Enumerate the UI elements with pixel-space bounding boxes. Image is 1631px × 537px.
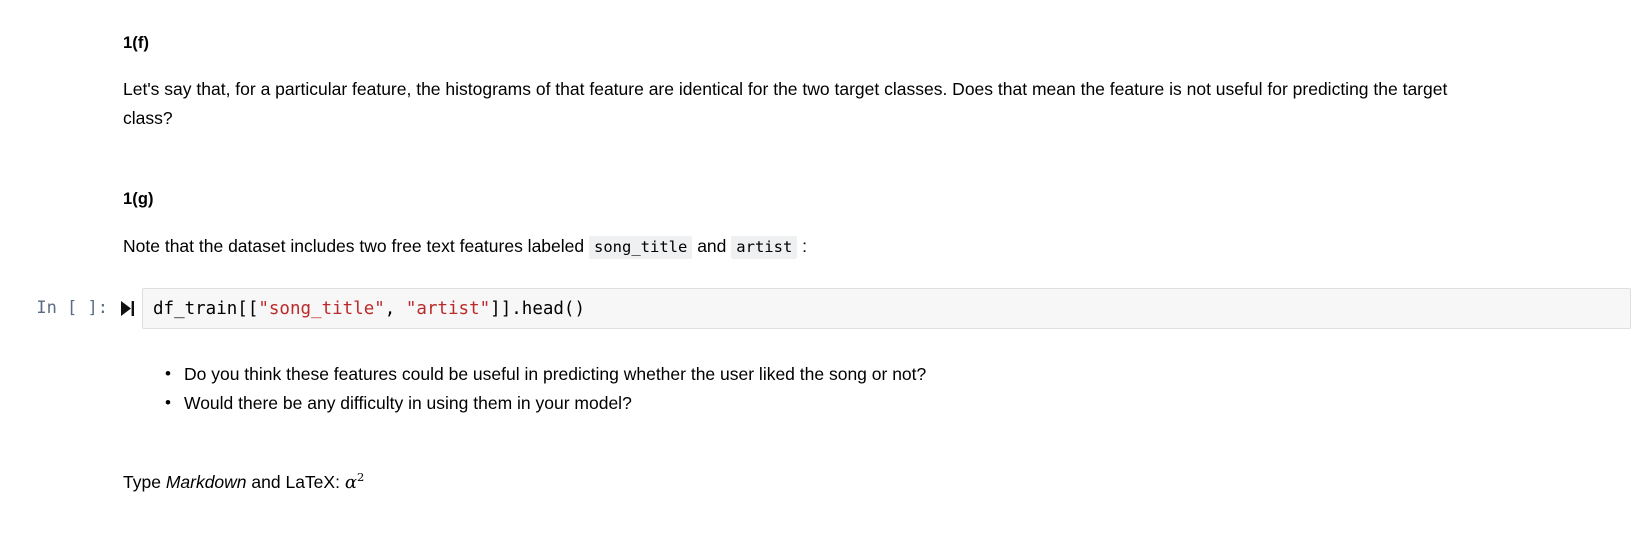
code-token-plain-3: ]].head() xyxy=(490,298,585,319)
list-item: Do you think these features could be use… xyxy=(165,359,1623,389)
paragraph-1g-before: Note that the dataset includes two free … xyxy=(123,236,585,256)
latex-middle-text: and LaTeX: xyxy=(246,472,345,492)
paragraph-1g-text: Note that the dataset includes two free … xyxy=(123,232,1623,262)
inline-code-song-title: song_title xyxy=(589,236,693,259)
latex-prefix-text: Type xyxy=(123,472,166,492)
list-item: Would there be any difficulty in using t… xyxy=(165,388,1623,418)
inline-code-artist: artist xyxy=(731,236,798,259)
code-cell-prompt: In [ ]: xyxy=(36,298,108,318)
paragraph-1g-middle: and xyxy=(697,236,727,256)
math-expression: α2 xyxy=(344,470,365,493)
paragraph-1f-text: Let's say that, for a particular feature… xyxy=(123,79,1448,128)
code-token-string-artist: "artist" xyxy=(405,298,491,319)
heading-1f: 1(f) xyxy=(123,34,150,52)
code-token-plain-2: , xyxy=(384,298,406,319)
markdown-cell-1f[interactable]: 1(f) xyxy=(123,34,1623,52)
step-forward-icon[interactable] xyxy=(112,288,142,328)
bullet-list: Do you think these features could be use… xyxy=(123,359,1623,418)
markdown-paragraph-1f[interactable]: Let's say that, for a particular feature… xyxy=(123,75,1481,132)
code-line: df_train[["song_title", "artist"]].head(… xyxy=(153,298,585,320)
latex-demo-line: Type Markdown and LaTeX: α2 xyxy=(123,468,1623,497)
markdown-cell-bullets[interactable]: Do you think these features could be use… xyxy=(123,359,1623,418)
math-exponent: 2 xyxy=(356,470,365,484)
markdown-emphasis-word: Markdown xyxy=(165,472,247,492)
notebook-container: 1(f) Let's say that, for a particular fe… xyxy=(0,0,1631,537)
code-input-area[interactable]: df_train[["song_title", "artist"]].head(… xyxy=(142,288,1631,329)
markdown-cell-latex[interactable]: Type Markdown and LaTeX: α2 xyxy=(123,468,1623,497)
heading-1g: 1(g) xyxy=(123,190,154,208)
markdown-cell-1g[interactable]: 1(g) xyxy=(123,190,1623,208)
code-token-string-song-title: "song_title" xyxy=(258,298,385,319)
code-cell[interactable]: In [ ]: df_train[["song_title", "artist"… xyxy=(0,288,1631,330)
paragraph-1g-after: : xyxy=(802,236,808,256)
math-alpha-symbol: α xyxy=(344,472,357,493)
markdown-paragraph-1g[interactable]: Note that the dataset includes two free … xyxy=(123,232,1623,262)
code-token-plain-1: df_train[[ xyxy=(153,298,259,319)
